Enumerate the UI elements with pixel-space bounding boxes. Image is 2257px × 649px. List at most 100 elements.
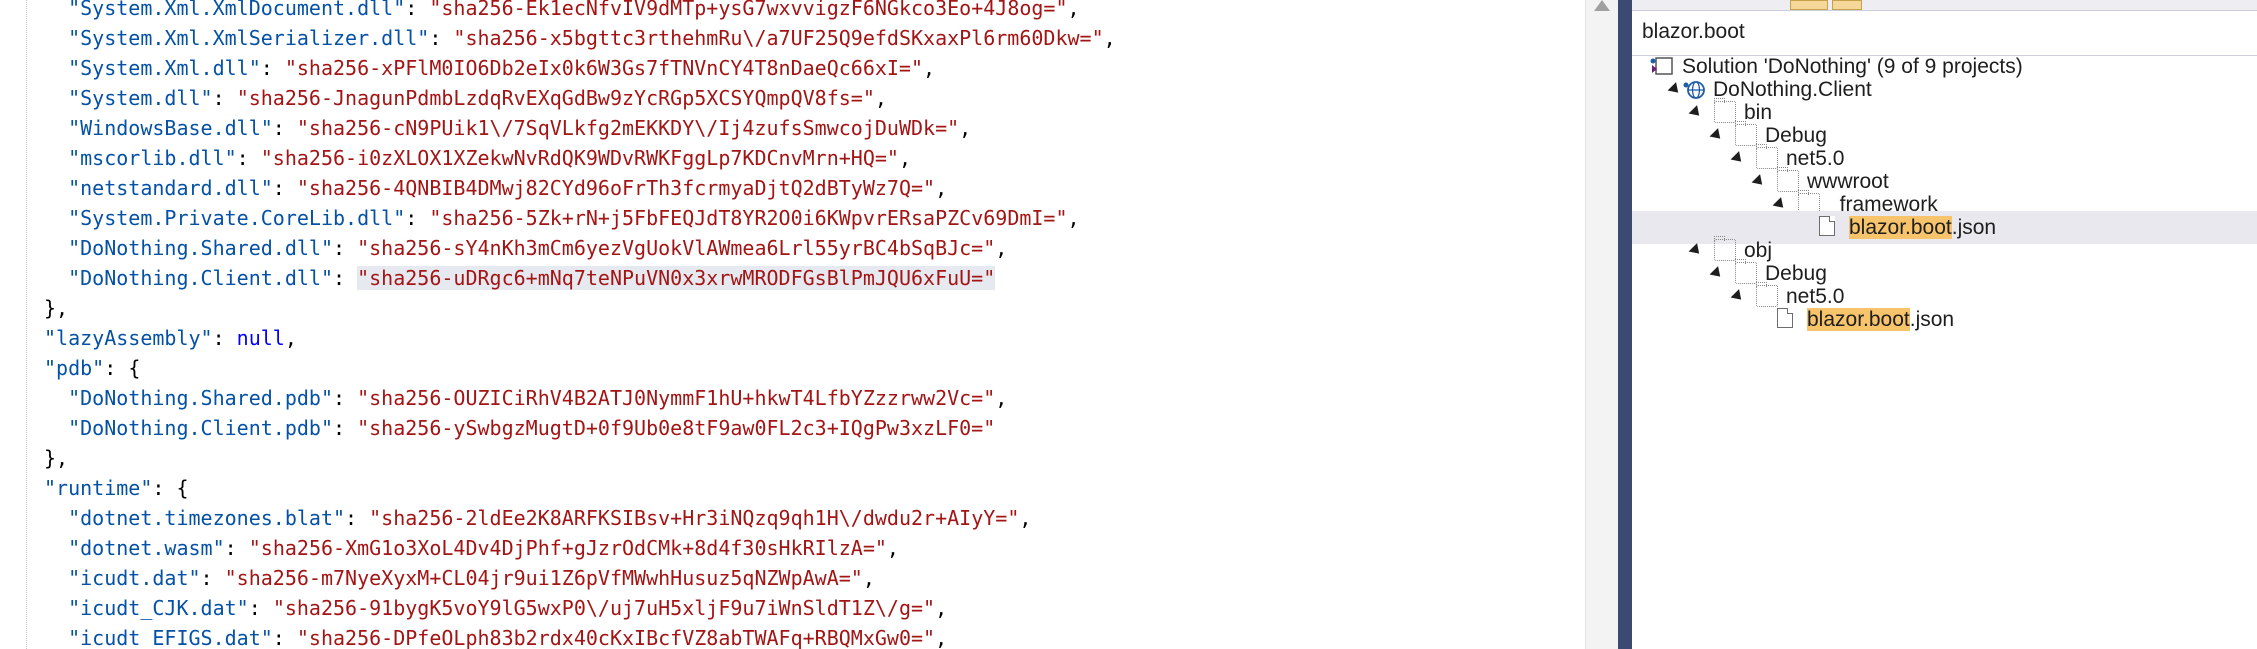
json-key: "icudt.dat" — [68, 566, 201, 590]
editor-gutter — [0, 0, 27, 649]
code-line: "icudt_EFIGS.dat": "sha256-DPfeOLph83b2r… — [68, 626, 948, 649]
json-key: "DoNothing.Client.dll" — [68, 266, 333, 290]
json-key: "System.Xml.XmlSerializer.dll" — [68, 26, 430, 50]
code-line: }, — [44, 443, 1585, 473]
solution-explorer: Solution 'DoNothing' (9 of 9 projects)Do… — [1632, 0, 2257, 649]
code-punctuation: }, — [44, 296, 69, 320]
expand-arrow-icon[interactable] — [1730, 289, 1746, 304]
code-text[interactable]: "System.Xml.XmlDocument.dll": "sha256-Ek… — [44, 0, 1585, 649]
json-string-value: "sha256-Ek1ecNfvIV9dMTp+ysG7wxvvigzF6NGk… — [429, 0, 1068, 20]
json-string-value: "sha256-91bygK5voY9lG5wxP0\/uj7uH5xljF9u… — [272, 596, 936, 620]
solution-explorer-toolbar — [1632, 0, 2257, 11]
json-key: "DoNothing.Shared.dll" — [68, 236, 333, 260]
code-punctuation: , — [923, 56, 936, 80]
json-string-value: "sha256-xPFlM0IO6Db2eIx0k6W3Gs7fTNVnCY4T… — [284, 56, 924, 80]
json-key: "icudt_EFIGS.dat" — [68, 626, 273, 649]
code-line: "System.Xml.dll": "sha256-xPFlM0IO6Db2eI… — [68, 56, 936, 80]
code-line: "netstandard.dll": "sha256-4QNBIB4DMwj82… — [68, 176, 948, 200]
json-string-value: "sha256-ySwbgzMugtD+0f9Ub0e8tF9aw0FL2c3+… — [357, 416, 996, 440]
code-editor[interactable]: "System.Xml.XmlDocument.dll": "sha256-Ek… — [0, 0, 1585, 649]
json-string-value: "sha256-DPfeOLph83b2rdx40cKxIBcfVZ8abTWA… — [296, 626, 936, 649]
json-key: "runtime" — [44, 476, 153, 500]
json-key: "icudt_CJK.dat" — [68, 596, 249, 620]
scroll-up-arrow-icon[interactable] — [1594, 0, 1610, 11]
code-line: "dotnet.timezones.blat": "sha256-2ldEe2K… — [68, 506, 1032, 530]
code-punctuation: , — [898, 146, 911, 170]
code-line: "icudt.dat": "sha256-m7NyeXyxM+CL04jr9ui… — [68, 566, 875, 590]
expand-arrow-icon[interactable] — [1709, 266, 1725, 281]
json-string-value: "sha256-m7NyeXyxM+CL04jr9ui1Z6pVfMWwhHus… — [224, 566, 863, 590]
tree-node-file-boot-obj[interactable]: blazor.boot.json — [1632, 303, 2257, 336]
search-match-highlight: blazor.boot — [1807, 308, 1910, 331]
json-file-icon — [1819, 216, 1835, 236]
json-key: "System.dll" — [68, 86, 213, 110]
code-punctuation: , — [284, 326, 297, 350]
json-string-value: "sha256-2ldEe2K8ARFKSIBsv+Hr3iNQzq9qh1H\… — [369, 506, 1020, 530]
code-punctuation: , — [1067, 0, 1080, 20]
json-keyword: null — [236, 326, 285, 350]
code-line: "mscorlib.dll": "sha256-i0zXLOX1XZekwNvR… — [68, 146, 911, 170]
code-punctuation: , — [995, 236, 1008, 260]
json-key: "dotnet.timezones.blat" — [68, 506, 346, 530]
code-line: "System.Xml.XmlDocument.dll": "sha256-Ek… — [44, 0, 1585, 23]
expand-arrow-icon[interactable] — [1730, 151, 1746, 166]
json-string-value: "sha256-OUZICiRhV4B2ATJ0NymmF1hU+hkwT4Lf… — [357, 386, 996, 410]
code-punctuation: { — [128, 356, 141, 380]
code-punctuation: }, — [44, 446, 69, 470]
code-punctuation: { — [176, 476, 189, 500]
json-key: "DoNothing.Shared.pdb" — [68, 386, 333, 410]
code-punctuation: , — [874, 86, 887, 110]
json-string-value: "sha256-JnagunPdmbLzdqRvEXqGdBw9zYcRGp5X… — [236, 86, 875, 110]
code-line: "runtime": { — [44, 476, 189, 500]
code-line: "DoNothing.Client.pdb": "sha256-ySwbgzMu… — [68, 416, 996, 440]
json-key: "pdb" — [44, 356, 105, 380]
code-punctuation: , — [862, 566, 875, 590]
code-punctuation: , — [995, 386, 1008, 410]
code-line: "DoNothing.Shared.dll": "sha256-sY4nKh3m… — [68, 236, 1008, 260]
json-string-value: "sha256-cN9PUik1\/7SqVLkfg2mEKKDY\/Ij4zu… — [296, 116, 960, 140]
json-string-value: "sha256-i0zXLOX1XZekwNvRdQK9WDvRWKFggLp7… — [260, 146, 899, 170]
expand-arrow-icon[interactable] — [1772, 197, 1788, 212]
json-key: "netstandard.dll" — [68, 176, 273, 200]
sync-with-document-button[interactable] — [1790, 0, 1828, 10]
json-key: "DoNothing.Client.pdb" — [68, 416, 333, 440]
json-string-value: "sha256-XmG1o3XoL4Dv4DjPhf+gJzrOdCMk+8d4… — [248, 536, 887, 560]
json-string-value: "sha256-x5bgttc3rthehmRu\/a7UF25Q9efdSKx… — [453, 26, 1104, 50]
solution-search-input[interactable] — [1642, 17, 2242, 47]
code-line: "DoNothing.Shared.pdb": "sha256-OUZICiRh… — [68, 386, 1008, 410]
json-key: "System.Private.CoreLib.dll" — [68, 206, 406, 230]
panel-splitter[interactable] — [1618, 0, 1632, 649]
code-line: "System.dll": "sha256-JnagunPdmbLzdqRvEX… — [68, 86, 887, 110]
code-line: "lazyAssembly": null, — [44, 326, 297, 350]
json-key: "WindowsBase.dll" — [68, 116, 273, 140]
json-string-value: "sha256-uDRgc6+mNq7teNPuVN0x3xrwMRODFGsB… — [357, 266, 996, 290]
code-line: "WindowsBase.dll": "sha256-cN9PUik1\/7Sq… — [68, 116, 972, 140]
code-line: "icudt_CJK.dat": "sha256-91bygK5voY9lG5w… — [68, 596, 948, 620]
code-punctuation: , — [935, 176, 948, 200]
code-line: }, — [44, 293, 1585, 323]
file-extension: .json — [1909, 308, 1955, 331]
tree-node-label: blazor.boot.json — [1807, 303, 1954, 336]
json-key: "System.Xml.XmlDocument.dll" — [68, 0, 406, 20]
expand-arrow-icon[interactable] — [1688, 243, 1704, 258]
code-punctuation: , — [1019, 506, 1032, 530]
code-line: "System.Xml.XmlSerializer.dll": "sha256-… — [68, 26, 1116, 50]
expand-arrow-icon[interactable] — [1709, 128, 1725, 143]
code-punctuation: , — [935, 596, 948, 620]
code-punctuation: , — [1103, 26, 1116, 50]
code-punctuation: , — [959, 116, 972, 140]
json-file-icon — [1777, 308, 1793, 328]
code-line: "DoNothing.Client.dll": "sha256-uDRgc6+m… — [68, 266, 996, 290]
editor-vertical-scrollbar[interactable] — [1585, 0, 1619, 649]
json-key: "lazyAssembly" — [44, 326, 213, 350]
code-punctuation: , — [886, 536, 899, 560]
expand-arrow-icon[interactable] — [1667, 82, 1683, 97]
toggle-filter-button[interactable] — [1832, 0, 1862, 10]
code-line: "dotnet.wasm": "sha256-XmG1o3XoL4Dv4DjPh… — [68, 536, 899, 560]
code-line: "pdb": { — [44, 356, 141, 380]
code-punctuation: , — [935, 626, 948, 649]
expand-arrow-icon[interactable] — [1688, 105, 1704, 120]
code-punctuation: , — [1067, 206, 1080, 230]
expand-arrow-icon[interactable] — [1751, 174, 1767, 189]
json-string-value: "sha256-4QNBIB4DMwj82CYd96oFrTh3fcrmyaDj… — [296, 176, 936, 200]
